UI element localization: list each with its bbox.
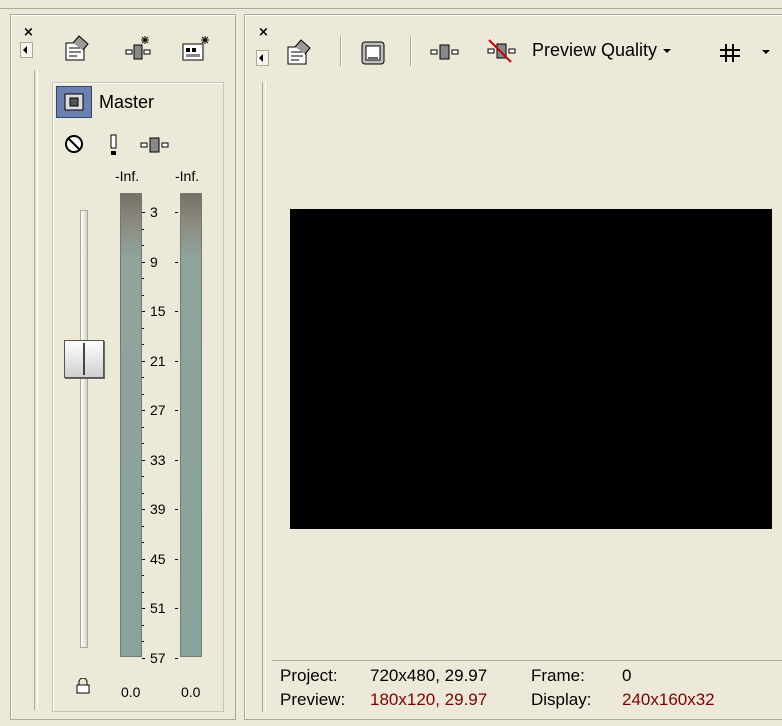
collapse-left-icon[interactable] xyxy=(256,50,269,66)
split-screen-icon[interactable] xyxy=(358,38,388,68)
peak-left: -Inf. xyxy=(115,168,140,184)
scale-tick xyxy=(142,509,145,510)
status-divider xyxy=(272,660,782,661)
scale-tick xyxy=(175,360,178,362)
scale-tick xyxy=(175,558,178,560)
bus-name: Master xyxy=(99,92,155,112)
chevron-down-icon xyxy=(663,49,672,54)
level-right: 0.0 xyxy=(181,684,201,700)
insert-assignable-fx-icon[interactable] xyxy=(178,32,212,66)
meter-left xyxy=(120,193,142,657)
top-border xyxy=(0,8,782,9)
scale-minor-tick xyxy=(142,278,144,279)
bus-icon[interactable] xyxy=(56,86,92,118)
preview-value: 180x120, 29.97 xyxy=(370,690,488,709)
scale-minor-tick xyxy=(142,228,144,230)
toolbar-separator xyxy=(340,36,342,66)
scale-tick xyxy=(142,459,145,461)
scale-minor-tick xyxy=(142,575,144,576)
toolbar-separator xyxy=(410,36,412,66)
scale-minor-tick xyxy=(142,641,144,642)
fx-icon[interactable] xyxy=(138,134,172,156)
scale-tick xyxy=(142,311,145,312)
scale-tick xyxy=(142,360,145,362)
video-preview-area xyxy=(290,209,772,529)
level-left: 0.0 xyxy=(121,684,141,700)
scale-tick xyxy=(142,608,145,609)
display-label: Display: xyxy=(531,690,592,709)
scale-tick xyxy=(175,657,178,659)
scale-minor-tick xyxy=(142,492,144,494)
scale-tick xyxy=(175,311,178,312)
properties-icon[interactable] xyxy=(62,32,92,66)
collapse-left-icon[interactable] xyxy=(20,42,33,58)
scale-minor-tick xyxy=(142,327,144,329)
display-value: 240x160x32 xyxy=(622,690,715,709)
scale-tick xyxy=(142,212,145,213)
close-icon[interactable]: × xyxy=(23,26,34,39)
scale-minor-tick xyxy=(142,426,144,428)
close-icon[interactable]: × xyxy=(258,26,269,39)
preview-settings-icon[interactable] xyxy=(282,36,316,70)
scale-tick xyxy=(175,410,178,411)
frame-label: Frame: xyxy=(531,666,585,685)
preview-label: Preview: xyxy=(280,690,346,709)
scale-minor-tick xyxy=(142,525,144,527)
preview-quality-dropdown[interactable]: Preview Quality xyxy=(532,40,672,61)
scale-tick xyxy=(142,558,145,560)
preview-quality-label: Preview Quality xyxy=(532,40,658,60)
meter-right xyxy=(180,193,202,657)
insert-bus-icon[interactable] xyxy=(122,32,156,66)
scale-minor-tick xyxy=(142,377,144,378)
peak-right: -Inf. xyxy=(175,168,200,184)
chevron-down-icon[interactable] xyxy=(762,50,770,54)
project-label: Project: xyxy=(280,666,338,685)
scale-tick xyxy=(142,410,145,411)
scale-minor-tick xyxy=(142,476,144,477)
scale-tick xyxy=(175,261,178,263)
db-scale: 3 9 15 21 27 33 39 45 51 57 xyxy=(142,196,178,666)
lock-icon[interactable] xyxy=(76,677,90,699)
scale-minor-tick xyxy=(142,591,144,593)
scale-tick xyxy=(175,608,178,609)
video-fx-icon[interactable] xyxy=(428,40,462,64)
scale-tick xyxy=(142,261,145,263)
preview-grip[interactable] xyxy=(262,82,266,712)
fader-track[interactable] xyxy=(80,210,88,648)
mixer-grip[interactable] xyxy=(34,70,38,710)
remove-fx-icon[interactable] xyxy=(484,36,520,66)
project-value: 720x480, 29.97 xyxy=(370,666,488,685)
mute-icon[interactable] xyxy=(62,132,86,156)
scale-tick xyxy=(142,657,145,659)
scale-minor-tick xyxy=(142,344,144,345)
scale-tick xyxy=(175,459,178,461)
scale-minor-tick xyxy=(142,542,144,543)
scale-tick xyxy=(175,212,178,213)
frame-value: 0 xyxy=(622,666,632,685)
grid-overlay-icon[interactable] xyxy=(716,40,744,66)
scale-tick xyxy=(175,509,178,510)
scale-minor-tick xyxy=(142,393,144,395)
volume-fader[interactable] xyxy=(64,340,104,378)
scale-minor-tick xyxy=(142,245,144,246)
solo-icon[interactable] xyxy=(106,132,122,158)
scale-minor-tick xyxy=(142,624,144,626)
scale-minor-tick xyxy=(142,443,144,444)
scale-minor-tick xyxy=(142,294,144,296)
